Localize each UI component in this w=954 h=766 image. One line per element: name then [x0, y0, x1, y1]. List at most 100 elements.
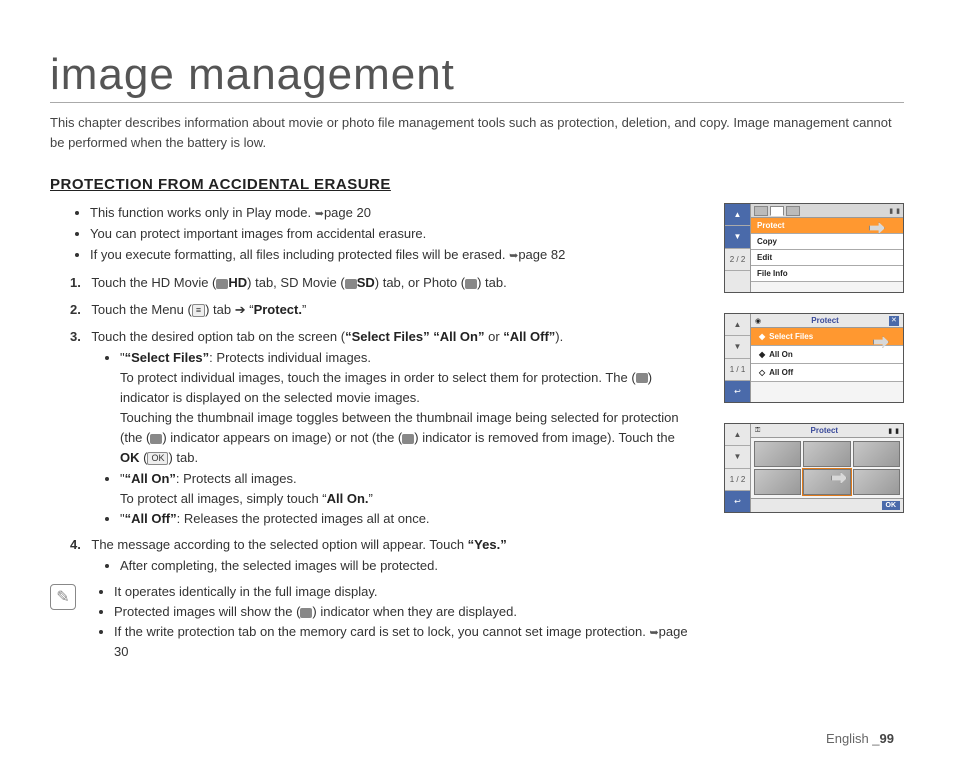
photo-icon: [465, 279, 477, 289]
step-3: 3. Touch the desired option tab on the s…: [70, 327, 696, 529]
text: To protect individual images, touch the …: [120, 370, 636, 385]
tab-settings[interactable]: [786, 206, 800, 216]
thumbnail[interactable]: [754, 441, 801, 467]
menu-item-fileinfo[interactable]: File Info: [751, 266, 903, 282]
step3-sub: "“Select Files”: Protects individual ima…: [70, 348, 696, 529]
instruction-steps: 1. Touch the HD Movie (HD) tab, SD Movie…: [50, 273, 696, 576]
label: “All Off”: [125, 511, 177, 526]
step-2: 2. Touch the Menu (≡) tab ➔ “Protect.”: [70, 300, 696, 321]
label: All Off: [769, 368, 793, 377]
hd-icon: ▮: [888, 427, 892, 435]
thumbnail[interactable]: [803, 441, 850, 467]
intro-bullets: This function works only in Play mode. p…: [50, 203, 696, 265]
bullet-format: If you execute formatting, all files inc…: [90, 245, 696, 266]
back-icon[interactable]: ↩: [725, 491, 750, 512]
text: : Protects all images.: [176, 471, 297, 486]
ok-bold: OK: [120, 450, 140, 465]
footer-sep: _: [872, 731, 879, 746]
card-icon: ▮: [895, 427, 899, 435]
film-icon: [216, 279, 228, 289]
panel-header: ◉ Protect ✕: [751, 314, 903, 328]
page-indicator: 1 / 2: [725, 469, 750, 491]
sub-all-off: "“All Off”: Releases the protected image…: [120, 509, 696, 529]
down-arrow-icon[interactable]: ▼: [725, 336, 750, 358]
text: ”: [369, 491, 373, 506]
up-arrow-icon[interactable]: ▲: [725, 204, 750, 226]
menu-icon: ≡: [192, 304, 205, 317]
text: Protected images will show the (: [114, 604, 300, 619]
text: ).: [555, 329, 563, 344]
illustration-menu: ▲ ▼ 2 / 2 ▮▮ Protect Copy Edit File Info: [724, 203, 904, 293]
allon-bold: All On.: [327, 491, 369, 506]
thumbnail[interactable]: [754, 469, 801, 495]
crossref-icon: [315, 205, 324, 220]
key-icon: [402, 434, 414, 444]
hd-icon: ▮: [889, 207, 893, 215]
tab-movie[interactable]: [754, 206, 768, 216]
panel-header: ⚿ Protect ▮▮: [751, 424, 903, 438]
step4-sub-item: After completing, the selected images wi…: [120, 556, 696, 576]
menu-item-copy[interactable]: Copy: [751, 234, 903, 250]
text: If you execute formatting, all files inc…: [90, 247, 509, 262]
page-ref: page 82: [518, 247, 565, 262]
key-icon: [636, 373, 648, 383]
down-arrow-icon[interactable]: ▼: [725, 226, 750, 248]
spacer: [725, 271, 750, 292]
up-arrow-icon[interactable]: ▲: [725, 424, 750, 446]
text: Touch the desired option tab on the scre…: [91, 329, 345, 344]
ok-button-icon: OK: [147, 452, 168, 465]
step-number: 3.: [70, 327, 88, 348]
note-2: Protected images will show the () indica…: [114, 602, 696, 622]
illustration-protect-options: ▲ ▼ 1 / 1 ↩ ◉ Protect ✕ ◆Select Files ◆A…: [724, 313, 904, 403]
sd-label: SD: [357, 275, 375, 290]
text: If the write protection tab on the memor…: [114, 624, 649, 639]
down-arrow-icon[interactable]: ▼: [725, 446, 750, 468]
note-list: It operates identically in the full imag…: [84, 582, 696, 663]
text: : Protects individual images.: [209, 350, 371, 365]
text: To protect all images, simply touch “: [120, 491, 327, 506]
page-indicator: 2 / 2: [725, 249, 750, 271]
up-arrow-icon[interactable]: ▲: [725, 314, 750, 336]
option-all-off[interactable]: ◇All Off: [751, 364, 903, 382]
section-heading: PROTECTION FROM ACCIDENTAL ERASURE: [50, 176, 904, 193]
thumbnail[interactable]: [853, 469, 900, 495]
step-number: 4.: [70, 535, 88, 556]
hd-label: HD: [228, 275, 247, 290]
panel-title: Protect: [811, 316, 839, 325]
text: ) indicator appears on image) or not (th…: [162, 430, 402, 445]
back-icon[interactable]: ↩: [725, 381, 750, 402]
text: ) indicator is removed from image). Touc…: [414, 430, 675, 445]
tab-bar: ▮▮: [751, 204, 903, 218]
options-bold: “Select Files” “All On”: [345, 329, 484, 344]
step-4: 4. The message according to the selected…: [70, 535, 696, 576]
crossref-icon: [509, 247, 518, 262]
option-all-on[interactable]: ◆All On: [751, 346, 903, 364]
text: ) tab ➔ “: [205, 302, 253, 317]
note-icon: ✎: [50, 584, 76, 610]
label: “All On”: [125, 471, 176, 486]
film-icon: [345, 279, 357, 289]
note-1: It operates identically in the full imag…: [114, 582, 696, 602]
text: ) tab.: [168, 450, 198, 465]
key-icon: ⚿: [755, 427, 760, 435]
text: The message according to the selected op…: [91, 537, 467, 552]
illustration-thumbnails: ▲ ▼ 1 / 2 ↩ ⚿ Protect ▮▮: [724, 423, 904, 513]
footer-lang: English: [826, 731, 872, 746]
ok-button[interactable]: OK: [882, 501, 901, 510]
page-ref: page 20: [324, 205, 371, 220]
film-icon: ◉: [755, 317, 761, 325]
step-number: 1.: [70, 273, 88, 294]
step4-sub: After completing, the selected images wi…: [70, 556, 696, 576]
tab-menu[interactable]: [770, 206, 784, 216]
bullet-protect: You can protect important images from ac…: [90, 224, 696, 245]
icon: ◆: [759, 350, 765, 359]
thumbnail-selected[interactable]: [803, 469, 850, 495]
note-block: ✎ It operates identically in the full im…: [50, 582, 696, 663]
close-icon[interactable]: ✕: [889, 316, 899, 326]
text: ) tab, or Photo (: [375, 275, 465, 290]
page-footer: English _99: [826, 731, 894, 746]
panel-title: Protect: [811, 426, 839, 435]
key-icon: [150, 434, 162, 444]
menu-item-edit[interactable]: Edit: [751, 250, 903, 266]
thumbnail[interactable]: [853, 441, 900, 467]
